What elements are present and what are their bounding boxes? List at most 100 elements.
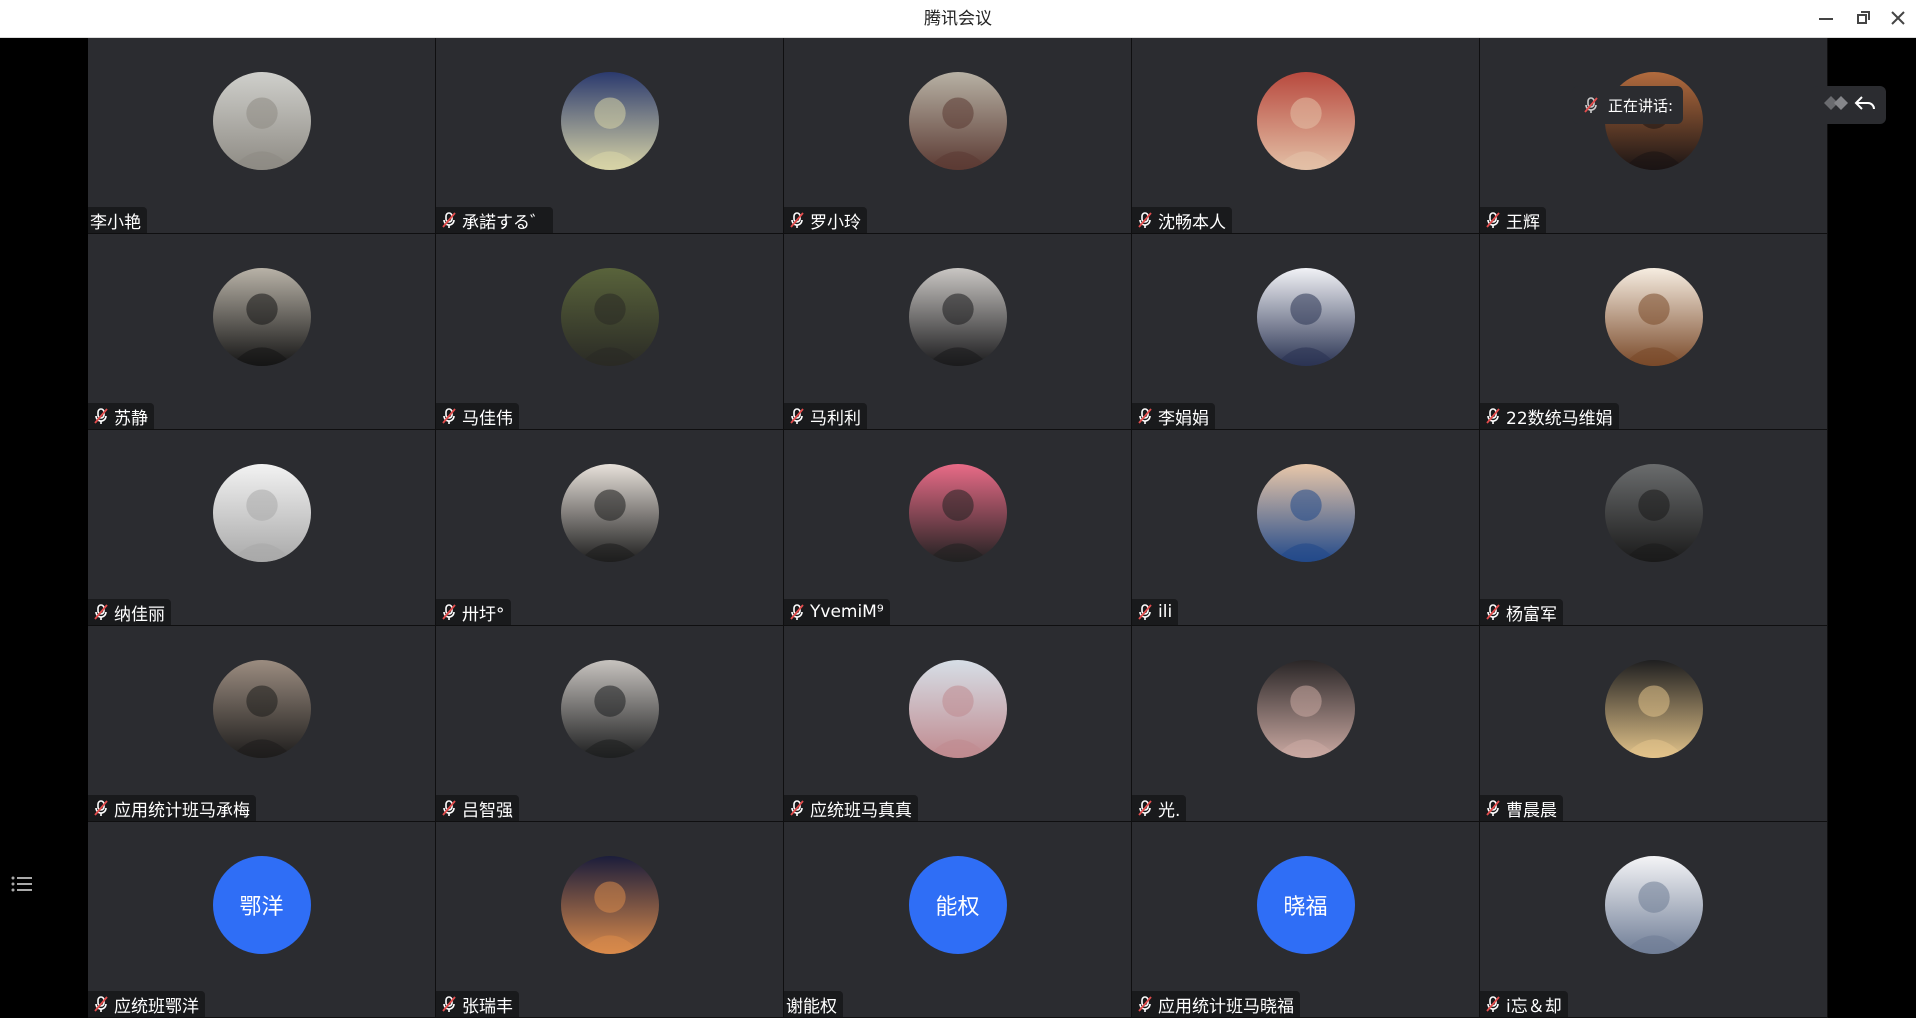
title-bar: 腾讯会议	[0, 0, 1916, 38]
name-tag: 光.	[1132, 795, 1187, 821]
avatar	[1256, 268, 1355, 366]
participant-tile[interactable]: 吕智强	[436, 626, 784, 822]
participant-tile[interactable]: 苏静	[88, 234, 436, 430]
participant-tile[interactable]: 李娟娟	[1132, 234, 1480, 430]
muted-mic-icon	[92, 995, 110, 1013]
close-button[interactable]	[1880, 0, 1916, 38]
muted-mic-icon	[1484, 407, 1502, 425]
participant-name: 光.	[1158, 800, 1181, 821]
participant-grid: 李小艳 承諾する゛ 罗小玲 沈畅本人 王辉苏静 马佳伟 马利利 李娟娟 22数统马维娟纳佳丽 卅圩…	[88, 38, 1828, 1018]
participant-tile[interactable]: 李小艳	[88, 38, 436, 234]
participant-name: 承諾する゛	[462, 212, 547, 233]
participant-name: 马利利	[810, 408, 861, 429]
participant-tile[interactable]: 承諾する゛	[436, 38, 784, 234]
avatar	[560, 72, 659, 170]
avatar	[908, 464, 1007, 562]
back-arrow-icon	[1854, 94, 1876, 116]
participant-tile[interactable]: 鄂洋 应统班鄂洋	[88, 822, 436, 1018]
avatar	[1604, 464, 1703, 562]
participant-tile[interactable]: 张瑞丰	[436, 822, 784, 1018]
participant-tile[interactable]: i忘＆却	[1480, 822, 1828, 1018]
name-tag: 应统班马真真	[784, 795, 918, 821]
diamond-icon	[1822, 94, 1852, 116]
muted-mic-icon	[1136, 799, 1154, 817]
name-tag: 应用统计班马晓福	[1132, 991, 1300, 1017]
participant-tile[interactable]: 应统班马真真	[784, 626, 1132, 822]
avatar	[908, 268, 1007, 366]
participant-tile[interactable]: 应用统计班马承梅	[88, 626, 436, 822]
participant-tile[interactable]: 纳佳丽	[88, 430, 436, 626]
minimize-icon	[1819, 18, 1833, 20]
name-tag: ili	[1132, 599, 1179, 625]
muted-mic-icon	[1136, 211, 1154, 229]
participant-list-icon[interactable]	[8, 870, 36, 898]
muted-mic-icon	[440, 407, 458, 425]
avatar	[1256, 72, 1355, 170]
name-tag: 22数统马维娟	[1480, 403, 1619, 429]
name-tag: 吕智强	[436, 795, 519, 821]
participant-tile[interactable]: 罗小玲	[784, 38, 1132, 234]
avatar	[560, 660, 659, 758]
name-tag: 苏静	[88, 403, 154, 429]
participant-tile[interactable]: ili	[1132, 430, 1480, 626]
participant-name: 王辉	[1506, 212, 1540, 233]
avatar: 鄂洋	[212, 856, 311, 954]
minimize-button[interactable]	[1808, 0, 1844, 38]
muted-mic-icon	[788, 407, 806, 425]
avatar: 晓福	[1256, 856, 1355, 954]
avatar	[212, 72, 311, 170]
muted-mic-icon	[440, 995, 458, 1013]
name-tag: 卅圩°	[436, 599, 511, 625]
participant-tile[interactable]: 马佳伟	[436, 234, 784, 430]
participant-name: 应用统计班马晓福	[1158, 996, 1294, 1017]
avatar	[1604, 268, 1703, 366]
participant-name: 苏静	[114, 408, 148, 429]
muted-mic-icon	[92, 603, 110, 621]
participant-tile[interactable]: YvemiM⁹	[784, 430, 1132, 626]
name-tag: 罗小玲	[784, 207, 867, 233]
participant-tile[interactable]: 曹晨晨	[1480, 626, 1828, 822]
participant-tile[interactable]: 马利利	[784, 234, 1132, 430]
avatar	[1604, 856, 1703, 954]
name-tag: i忘＆却	[1480, 991, 1568, 1017]
avatar	[560, 268, 659, 366]
name-tag: 谢能权	[784, 991, 843, 1017]
avatar	[212, 660, 311, 758]
participant-name: 谢能权	[786, 996, 837, 1017]
avatar	[908, 72, 1007, 170]
muted-mic-icon	[788, 799, 806, 817]
restore-button[interactable]	[1844, 0, 1880, 38]
participant-tile[interactable]: 能权 谢能权	[784, 822, 1132, 1018]
name-tag: 杨富军	[1480, 599, 1563, 625]
participant-name: 李小艳	[90, 212, 141, 233]
name-tag: 李小艳	[88, 207, 147, 233]
participant-name: 应统班马真真	[810, 800, 912, 821]
participant-name: 杨富军	[1506, 604, 1557, 625]
name-tag: 应用统计班马承梅	[88, 795, 256, 821]
name-tag: 纳佳丽	[88, 599, 171, 625]
participant-name: 张瑞丰	[462, 996, 513, 1017]
participant-tile[interactable]: 沈畅本人	[1132, 38, 1480, 234]
participant-name: i忘＆却	[1506, 996, 1562, 1017]
name-tag: 王辉	[1480, 207, 1546, 233]
collapse-panel-button[interactable]	[1812, 86, 1886, 124]
participant-tile[interactable]: 光.	[1132, 626, 1480, 822]
avatar	[1604, 660, 1703, 758]
name-tag: 沈畅本人	[1132, 207, 1232, 233]
speaking-label: 正在讲话:	[1608, 96, 1674, 115]
restore-icon	[1857, 11, 1870, 24]
participant-tile[interactable]: 王辉	[1480, 38, 1828, 234]
avatar	[908, 660, 1007, 758]
participant-name: ili	[1158, 602, 1173, 622]
participant-tile[interactable]: 晓福应用统计班马晓福	[1132, 822, 1480, 1018]
participant-name: 李娟娟	[1158, 408, 1209, 429]
name-tag: 马佳伟	[436, 403, 519, 429]
muted-mic-icon	[788, 603, 806, 621]
muted-mic-icon	[1484, 799, 1502, 817]
muted-mic-icon	[440, 603, 458, 621]
participant-tile[interactable]: 卅圩°	[436, 430, 784, 626]
participant-tile[interactable]: 杨富军	[1480, 430, 1828, 626]
muted-mic-icon	[92, 407, 110, 425]
window-title: 腾讯会议	[924, 9, 992, 29]
participant-tile[interactable]: 22数统马维娟	[1480, 234, 1828, 430]
